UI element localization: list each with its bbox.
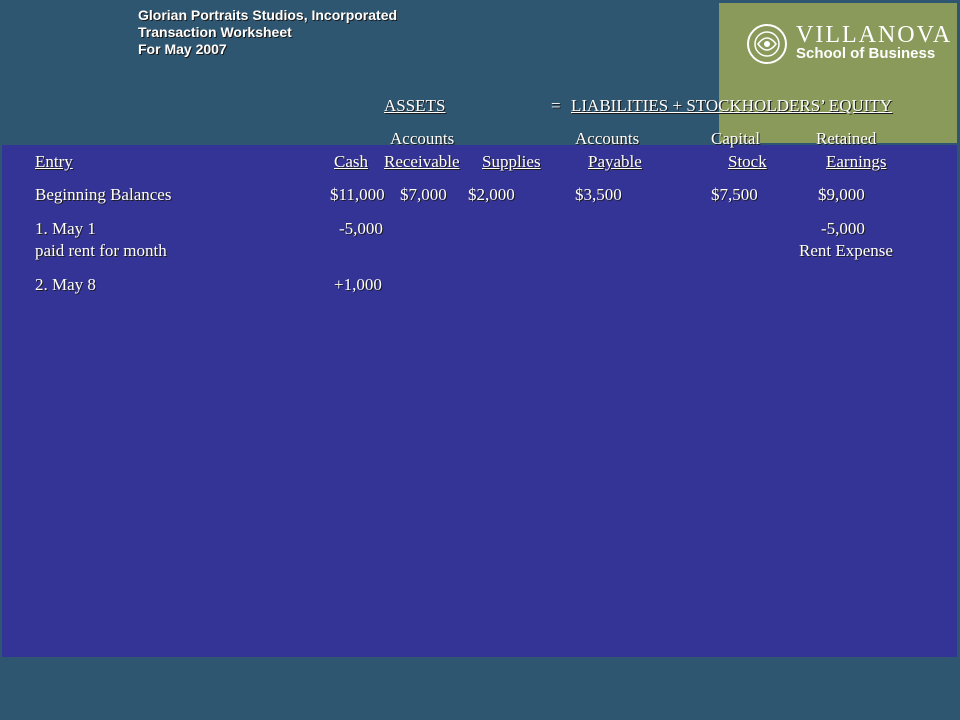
cell-re: -5,000 (821, 219, 865, 238)
cell-cash: -5,000 (339, 219, 383, 238)
cell-cash: +1,000 (334, 275, 382, 294)
cell-cash: $11,000 (330, 185, 385, 204)
worksheet-period: For May 2007 (138, 41, 227, 57)
equals-sign: = (551, 96, 561, 115)
col-ar-top: Accounts (390, 129, 455, 148)
col-supplies: Supplies (482, 152, 541, 171)
liabilities-equity-heading: LIABILITIES + STOCKHOLDERS’ EQUITY (571, 96, 893, 115)
col-entry: Entry (35, 152, 73, 171)
cell-re-note: Rent Expense (799, 241, 893, 260)
col-cs-bottom: Stock (728, 152, 767, 171)
cell-ar: $7,000 (400, 185, 447, 204)
worksheet-title: Transaction Worksheet (138, 24, 292, 40)
row-label: Beginning Balances (35, 185, 172, 204)
col-cs-top: Capital (711, 129, 761, 148)
col-ap-bottom: Payable (588, 152, 642, 171)
row-description: paid rent for month (35, 241, 167, 260)
col-ap-top: Accounts (575, 129, 640, 148)
cell-re: $9,000 (818, 185, 865, 204)
row-label: 2. May 8 (35, 275, 96, 294)
worksheet-panel (2, 145, 957, 657)
cell-cs: $7,500 (711, 185, 758, 204)
assets-heading: ASSETS (384, 96, 446, 115)
col-ar-bottom: Receivable (384, 152, 460, 171)
col-re-top: Retained (816, 129, 877, 148)
logo-school: School of Business (796, 45, 936, 62)
col-cash: Cash (334, 152, 368, 171)
cell-ap: $3,500 (575, 185, 622, 204)
cell-supplies: $2,000 (468, 185, 515, 204)
col-re-bottom: Earnings (826, 152, 887, 171)
row-label: 1. May 1 (35, 219, 96, 238)
villanova-seal-icon (747, 24, 787, 64)
company-name: Glorian Portraits Studios, Incorporated (138, 7, 398, 23)
